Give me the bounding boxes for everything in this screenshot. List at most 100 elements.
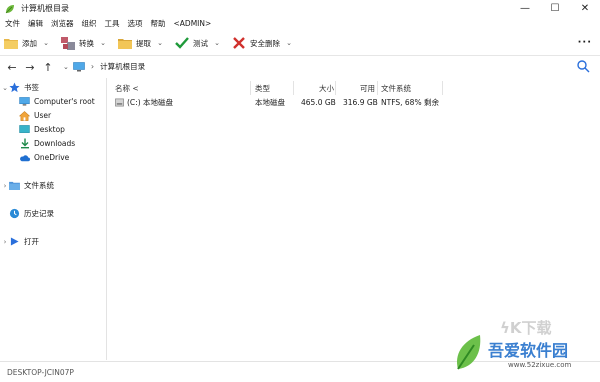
address-field[interactable]: ⌄ › 计算机根目录	[63, 58, 566, 75]
extract-icon	[118, 36, 132, 50]
convert-label: 转换	[79, 38, 94, 48]
sidebar-item-onedrive[interactable]: OneDrive	[19, 151, 69, 164]
sidebar-item-label: User	[34, 111, 52, 120]
sidebar-item-desktop[interactable]: Desktop	[19, 123, 65, 136]
column-header-filesystem[interactable]: 文件系统	[381, 82, 411, 94]
extract-button[interactable]: 提取	[114, 33, 155, 53]
column-header-free[interactable]: 可用	[360, 82, 375, 94]
sidebar-item-label: Downloads	[34, 139, 76, 148]
menu-tools[interactable]: 工具	[105, 18, 120, 29]
leaf-logo-icon	[456, 335, 481, 370]
toolbar: 添加 ⌄ 转换 ⌄ 提取 ⌄ 测试 ⌄ 安全删除 ⌄ ···	[0, 31, 600, 56]
chevron-down-icon[interactable]: ⌄	[1, 84, 9, 92]
forward-arrow-icon[interactable]: →	[21, 58, 39, 76]
sidebar-item-user[interactable]: User	[19, 109, 51, 122]
menu-edit[interactable]: 编辑	[28, 18, 43, 29]
column-divider[interactable]	[377, 81, 378, 95]
up-arrow-icon[interactable]: ↑	[39, 58, 57, 76]
secure-delete-button[interactable]: 安全删除	[228, 33, 284, 53]
column-header-size[interactable]: 大小	[319, 82, 334, 94]
address-chevron-down-icon[interactable]: ⌄	[63, 63, 69, 71]
menu-options[interactable]: 选项	[128, 18, 143, 29]
convert-icon	[61, 36, 75, 50]
secure-delete-label: 安全删除	[250, 38, 280, 48]
watermark-url: www.52zixue.com	[508, 361, 572, 369]
add-button[interactable]: 添加	[0, 33, 41, 53]
column-header-name[interactable]: 名称 <	[115, 82, 139, 94]
menu-help[interactable]: 帮助	[151, 18, 166, 29]
sidebar-open-label: 打开	[24, 237, 39, 246]
add-label: 添加	[22, 38, 37, 48]
sidebar-filesystem[interactable]: › 文件系统	[1, 179, 54, 192]
row-type: 本地磁盘	[255, 98, 285, 107]
history-icon	[9, 208, 20, 219]
sidebar-filesystem-label: 文件系统	[24, 181, 54, 190]
column-divider[interactable]	[250, 81, 251, 95]
column-divider[interactable]	[293, 81, 294, 95]
test-button[interactable]: 测试	[171, 33, 212, 53]
sidebar-open[interactable]: › 打开	[1, 235, 39, 248]
address-path[interactable]: 计算机根目录	[100, 61, 145, 72]
window-title: 计算机根目录	[21, 4, 69, 13]
folder-icon	[9, 180, 20, 191]
folder-add-icon	[4, 36, 18, 50]
download-icon	[19, 138, 30, 149]
sidebar-history-label: 历史记录	[24, 209, 54, 218]
sidebar-item-label: OneDrive	[34, 153, 70, 162]
test-label: 测试	[193, 38, 208, 48]
status-computer-name: DESKTOP-JCIN07P	[7, 367, 74, 377]
menu-file[interactable]: 文件	[5, 18, 20, 29]
column-header-type[interactable]: 类型	[255, 82, 270, 94]
more-options-icon[interactable]: ···	[578, 37, 592, 48]
column-divider[interactable]	[335, 81, 336, 95]
star-icon	[9, 82, 20, 93]
app-leaf-icon	[5, 4, 14, 13]
watermark-logo: ϟK下载 吾爱软件园 www.52zixue.com	[452, 317, 592, 379]
extract-dropdown-chevron-icon[interactable]: ⌄	[155, 33, 165, 53]
sidebar-bookmarks-label: 书签	[24, 83, 39, 92]
sidebar-bookmarks[interactable]: ⌄ 书签	[1, 81, 39, 94]
search-icon[interactable]	[576, 59, 590, 73]
drive-icon	[115, 96, 124, 109]
menu-browser[interactable]: 浏览器	[51, 18, 74, 29]
menu-bar: 文件 编辑 浏览器 组织 工具 选项 帮助 <ADMIN>	[0, 17, 600, 30]
minimize-button[interactable]: —	[510, 0, 540, 17]
chevron-right-icon[interactable]: ›	[1, 238, 9, 246]
chevron-right-icon[interactable]: ›	[1, 182, 9, 190]
sidebar-item-downloads[interactable]: Downloads	[19, 137, 75, 150]
cloud-icon	[19, 152, 30, 163]
add-dropdown-chevron-icon[interactable]: ⌄	[41, 33, 51, 53]
desktop-icon	[19, 124, 30, 135]
row-size: 465.0 GB	[301, 98, 336, 107]
address-bar: ← → ↑ ⌄ › 计算机根目录	[0, 57, 600, 77]
sidebar-item-label: Computer's root	[34, 97, 95, 106]
sidebar-item-computers-root[interactable]: Computer's root	[19, 95, 95, 108]
table-row[interactable]: (C:) 本地磁盘 本地磁盘 465.0 GB 316.9 GB NTFS, 6…	[107, 96, 600, 109]
watermark-top-text: ϟK下载	[500, 319, 552, 337]
maximize-button[interactable]: ☐	[540, 0, 570, 17]
test-dropdown-chevron-icon[interactable]: ⌄	[212, 33, 222, 53]
delete-icon	[232, 36, 246, 50]
column-divider[interactable]	[442, 81, 443, 95]
computer-icon	[19, 96, 30, 107]
sidebar-item-label: Desktop	[34, 125, 65, 134]
convert-dropdown-chevron-icon[interactable]: ⌄	[98, 33, 108, 53]
address-separator: ›	[90, 62, 95, 71]
computer-icon	[73, 61, 85, 71]
secure-delete-dropdown-chevron-icon[interactable]: ⌄	[284, 33, 294, 53]
menu-organize[interactable]: 组织	[82, 18, 97, 29]
check-icon	[175, 36, 189, 50]
convert-button[interactable]: 转换	[57, 33, 98, 53]
back-arrow-icon[interactable]: ←	[3, 58, 21, 76]
extract-label: 提取	[136, 38, 151, 48]
title-bar: 计算机根目录 — ☐ ✕	[0, 0, 600, 17]
row-name: (C:) 本地磁盘	[127, 98, 173, 107]
play-icon	[9, 236, 20, 247]
sidebar: ⌄ 书签 Computer's root User Desktop Downlo…	[0, 78, 107, 360]
row-free: 316.9 GB	[343, 98, 378, 107]
sidebar-history[interactable]: 历史记录	[9, 207, 54, 220]
watermark-text: 吾爱软件园	[488, 341, 569, 360]
close-button[interactable]: ✕	[570, 0, 600, 17]
menu-admin[interactable]: <ADMIN>	[174, 19, 212, 28]
row-filesystem: NTFS, 68% 剩余	[381, 98, 439, 107]
